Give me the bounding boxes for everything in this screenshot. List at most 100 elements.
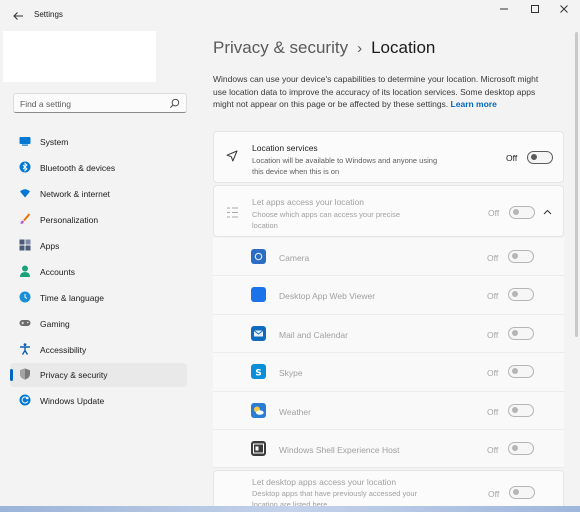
sidebar-item-label: Bluetooth & devices: [40, 163, 116, 173]
location-services-card: Location services Location will be avail…: [213, 131, 564, 183]
app-state: Off: [487, 368, 499, 378]
selection-indicator: [10, 369, 13, 381]
sidebar-item-label: Accounts: [40, 267, 75, 277]
app-state: Off: [487, 445, 499, 455]
update-icon: [19, 394, 31, 406]
shield-icon: [20, 368, 30, 380]
app-name: Weather: [279, 407, 311, 417]
weather-app-icon: [251, 403, 266, 418]
app-toggle[interactable]: [508, 442, 534, 455]
app-state: Off: [487, 407, 499, 417]
breadcrumb-parent[interactable]: Privacy & security: [213, 38, 348, 57]
sidebar-item-label: Windows Update: [40, 396, 105, 406]
app-row-desktop-app-web-viewer: Desktop App Web Viewer Off: [213, 276, 564, 315]
location-services-toggle[interactable]: [527, 151, 553, 164]
let-apps-title: Let apps access your location: [252, 197, 364, 207]
app-name: Windows Shell Experience Host: [279, 445, 400, 455]
app-row-windows-shell-experience-host: Windows Shell Experience Host Off: [213, 430, 564, 468]
app-toggle[interactable]: [508, 288, 534, 301]
person-icon: [20, 265, 30, 277]
sidebar-item-label: Gaming: [40, 319, 70, 329]
app-toggle[interactable]: [508, 327, 534, 340]
shell-host-app-icon: [251, 441, 266, 456]
accessibility-icon: [20, 343, 30, 355]
sidebar-item-label: Apps: [40, 241, 60, 251]
svg-text:S: S: [255, 369, 261, 379]
sidebar-item-label: Network & internet: [40, 189, 110, 199]
profile-card[interactable]: [3, 31, 156, 82]
app-name: Camera: [279, 253, 310, 263]
sidebar-item-windows-update[interactable]: Windows Update: [10, 389, 187, 413]
sidebar-item-apps[interactable]: Apps: [10, 234, 187, 258]
app-toggle[interactable]: [508, 404, 534, 417]
sidebar-item-label: Time & language: [40, 293, 104, 303]
close-button[interactable]: [554, 4, 574, 18]
app-row-weather: Weather Off: [213, 392, 564, 430]
app-name: Mail and Calendar: [279, 330, 348, 340]
sidebar-item-bluetooth[interactable]: Bluetooth & devices: [10, 156, 187, 180]
location-services-title: Location services: [252, 143, 318, 153]
sidebar-item-privacy-security[interactable]: Privacy & security: [10, 363, 187, 387]
app-toggle[interactable]: [508, 365, 534, 378]
let-apps-state: Off: [488, 208, 500, 218]
app-name: Skype: [279, 368, 303, 378]
location-services-subtitle: Location will be available to Windows an…: [252, 156, 438, 176]
desktop-apps-state: Off: [488, 489, 500, 499]
location-arrow-icon: [226, 150, 238, 162]
search-input[interactable]: Find a setting: [13, 93, 187, 113]
app-row-mail-calendar: Mail and Calendar Off: [213, 315, 564, 353]
app-state: Off: [487, 253, 499, 263]
gamepad-icon: [19, 320, 31, 326]
breadcrumb: Privacy & security › Location: [213, 38, 435, 58]
search-placeholder: Find a setting: [20, 99, 72, 109]
bluetooth-icon: [19, 161, 31, 173]
sidebar-item-label: System: [40, 137, 69, 147]
app-row-camera: Camera Off: [213, 238, 564, 276]
app-toggle[interactable]: [508, 250, 534, 263]
learn-more-link[interactable]: Learn more: [451, 99, 497, 109]
sidebar-item-accessibility[interactable]: Accessibility: [10, 338, 187, 362]
maximize-button[interactable]: [525, 4, 545, 18]
page-description: Windows can use your device's capabiliti…: [213, 73, 553, 111]
app-title: Settings: [34, 10, 63, 19]
list-settings-icon: [227, 207, 238, 218]
sidebar-item-personalization[interactable]: Personalization: [10, 208, 187, 232]
sidebar-item-label: Accessibility: [40, 345, 87, 355]
desktop-apps-toggle[interactable]: [509, 486, 535, 499]
wifi-icon: [20, 189, 30, 198]
arrow-left-icon: [13, 12, 23, 20]
sidebar-item-label: Privacy & security: [40, 370, 108, 380]
app-state: Off: [487, 330, 499, 340]
location-services-state: Off: [506, 153, 518, 163]
let-apps-subtitle: Choose which apps can access your precis…: [252, 210, 400, 230]
globe-clock-icon: [19, 291, 31, 303]
taskbar-strip: [0, 506, 580, 512]
sidebar-item-network[interactable]: Network & internet: [10, 182, 187, 206]
back-button[interactable]: [10, 8, 26, 24]
skype-app-icon: S: [251, 364, 266, 379]
search-icon: [170, 98, 180, 108]
camera-app-icon: [251, 249, 266, 264]
maximize-icon: [531, 5, 539, 13]
sidebar-item-accounts[interactable]: Accounts: [10, 260, 187, 284]
monitor-icon: [19, 137, 31, 146]
minimize-button[interactable]: [494, 4, 514, 18]
let-apps-access-card[interactable]: Let apps access your location Choose whi…: [213, 185, 564, 237]
sidebar-item-label: Personalization: [40, 215, 99, 225]
app-row-skype: S Skype Off: [213, 353, 564, 392]
sidebar-item-time-language[interactable]: Time & language: [10, 286, 187, 310]
sidebar-item-gaming[interactable]: Gaming: [10, 312, 187, 336]
scrollbar[interactable]: [575, 32, 578, 337]
desktop-apps-title: Let desktop apps access your location: [252, 477, 397, 487]
webview-app-icon: [251, 287, 266, 302]
minimize-icon: [500, 8, 508, 10]
mail-app-icon: [251, 326, 266, 341]
let-apps-toggle[interactable]: [509, 206, 535, 219]
title-bar: Settings: [0, 0, 580, 32]
apps-icon: [19, 239, 31, 251]
sidebar-item-system[interactable]: System: [10, 130, 187, 154]
chevron-up-icon[interactable]: [543, 208, 552, 217]
close-icon: [560, 5, 568, 13]
settings-window: Settings Find a setting System Bluetooth…: [0, 0, 580, 512]
page-title: Location: [371, 38, 436, 57]
